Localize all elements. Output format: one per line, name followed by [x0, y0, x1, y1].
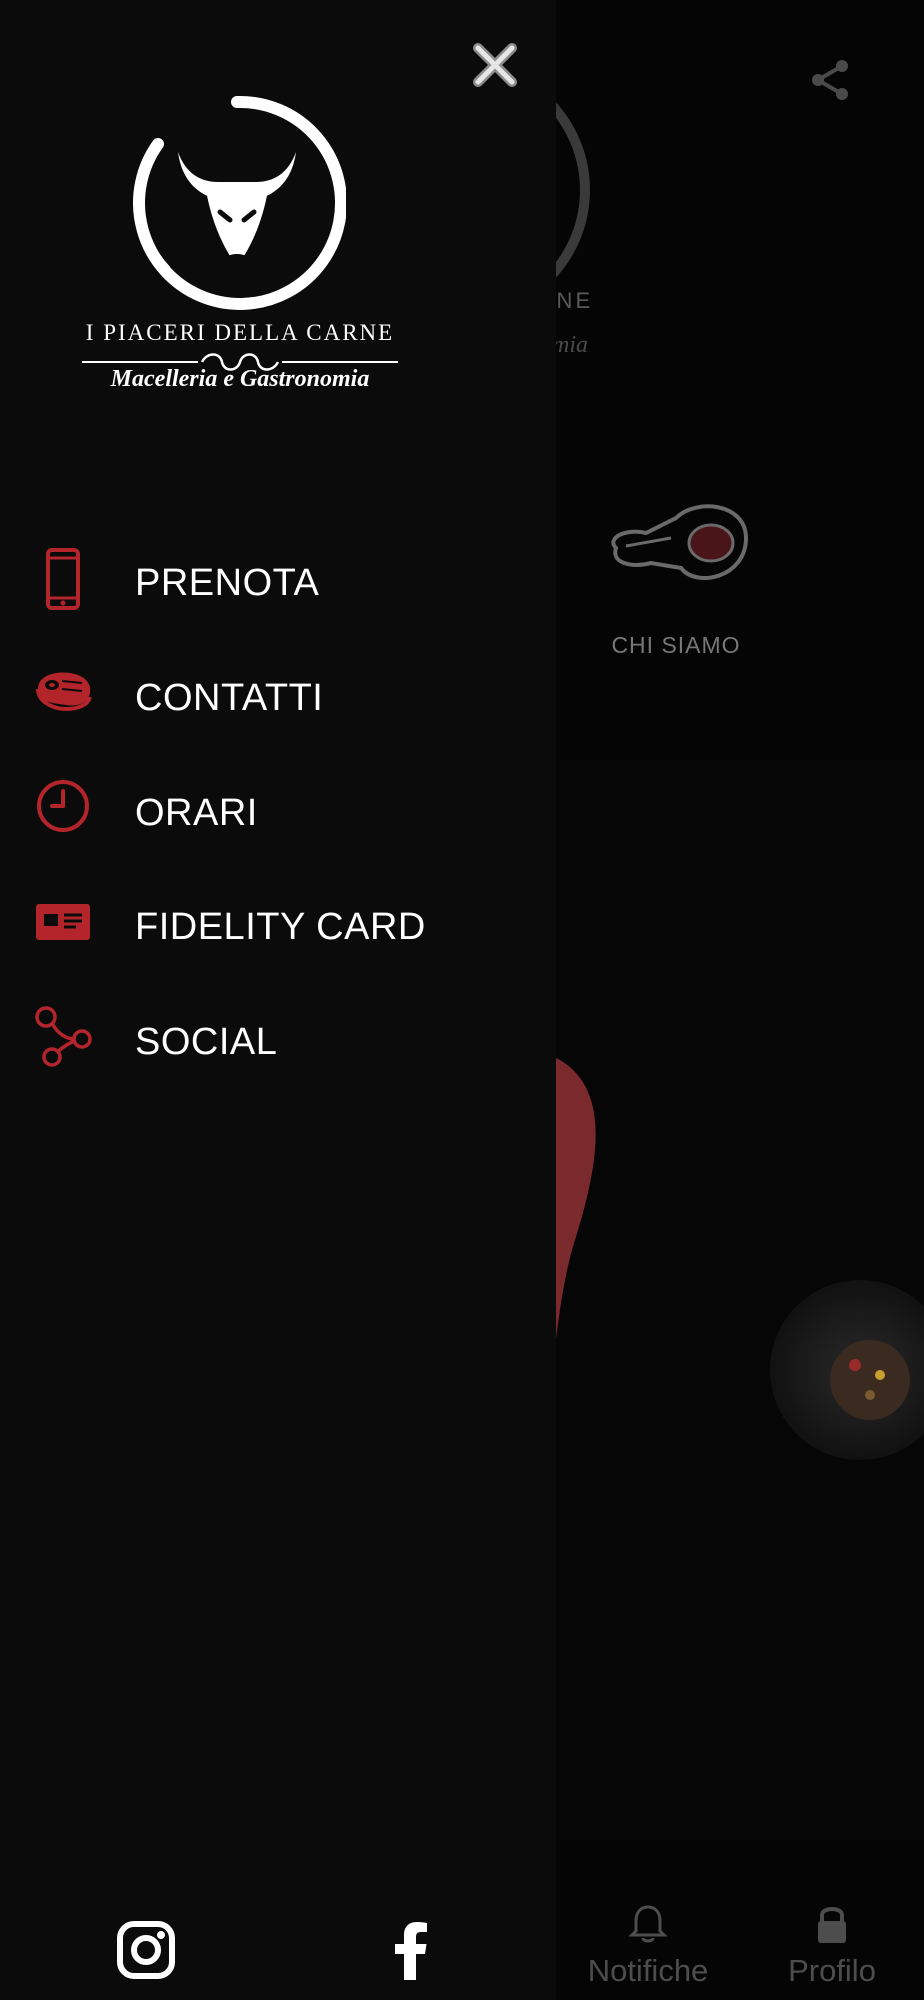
menu-label-prenota: PRENOTA — [135, 562, 320, 604]
close-icon[interactable] — [468, 38, 522, 92]
brand-name: I PIACERI DELLA CARNE — [85, 320, 395, 345]
brand-logo: I PIACERI DELLA CARNE Macelleria e Gastr… — [72, 92, 412, 402]
facebook-icon[interactable] — [380, 1918, 444, 1982]
tab-label-profilo: Profilo — [788, 1953, 876, 1988]
bull-head-logo — [133, 95, 346, 310]
menu-item-prenota[interactable]: PRENOTA — [0, 536, 556, 628]
menu-item-contatti[interactable]: CONTATTI — [0, 651, 556, 743]
smartphone-icon — [46, 548, 80, 610]
lock-icon — [818, 1907, 846, 1943]
social-links — [0, 1900, 556, 2000]
menu-label-social: SOCIAL — [135, 1021, 278, 1063]
clock-icon — [37, 780, 89, 832]
menu-label-contatti: CONTATTI — [135, 677, 324, 719]
brand-tagline: Macelleria e Gastronomia — [110, 366, 370, 392]
bottom-tab-bar: Notifiche Profilo — [556, 1895, 924, 2000]
tab-label-notifiche: Notifiche — [587, 1953, 709, 1988]
menu-label-orari: ORARI — [135, 792, 258, 834]
menu-item-social[interactable]: SOCIAL — [0, 995, 556, 1087]
menu-item-fidelity-card[interactable]: FIDELITY CARD — [0, 880, 556, 972]
tab-notifiche[interactable]: Notifiche — [556, 1895, 740, 1989]
meat-chop-icon[interactable] — [596, 488, 756, 598]
instagram-icon[interactable] — [114, 1918, 178, 1982]
steak-icon — [36, 672, 92, 712]
nodes-icon — [35, 1006, 92, 1067]
side-drawer: I PIACERI DELLA CARNE Macelleria e Gastr… — [0, 0, 556, 2000]
menu-item-orari[interactable]: ORARI — [0, 766, 556, 858]
id-card-icon — [36, 904, 90, 940]
tab-profilo[interactable]: Profilo — [740, 1895, 924, 1989]
menu-label-fidelity-card: FIDELITY CARD — [135, 906, 426, 948]
bell-icon — [628, 1905, 668, 1943]
share-icon[interactable] — [806, 56, 854, 104]
tile-label-chi-siamo[interactable]: CHI SIAMO — [556, 632, 796, 659]
